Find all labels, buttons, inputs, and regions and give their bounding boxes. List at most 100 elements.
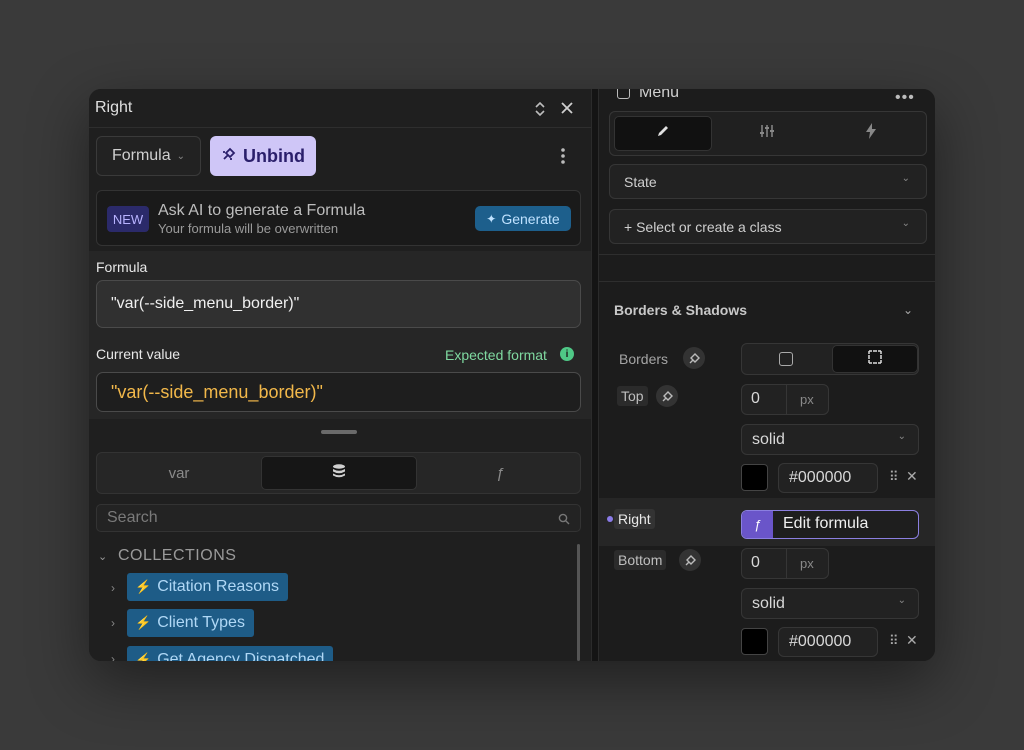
- formula-editor-window: Right Formula ⌄ Unbind NEW Ask AI to gen…: [89, 89, 935, 661]
- border-sides-icon: [867, 349, 883, 370]
- class-label: + Select or create a class: [624, 218, 782, 235]
- supabase-icon: ⚡: [135, 652, 152, 661]
- panel-title: Right: [95, 99, 133, 116]
- section-title: Borders & Shadows: [614, 302, 748, 318]
- top-color-value: #000000: [789, 469, 852, 486]
- info-icon[interactable]: i: [560, 347, 574, 361]
- bottom-color-swatch[interactable]: [741, 628, 768, 655]
- chevron-down-icon: ⌄: [176, 150, 186, 162]
- square-icon: [779, 352, 793, 366]
- formula-mode-dropdown[interactable]: Formula ⌄: [96, 136, 201, 176]
- collection-item[interactable]: ⚡ Citation Reasons: [127, 573, 289, 601]
- right-label: Right: [614, 509, 655, 529]
- new-badge: NEW: [107, 206, 149, 232]
- database-icon: [331, 463, 347, 483]
- close-icon[interactable]: ✕: [906, 632, 918, 649]
- generate-button[interactable]: ✦ Generate: [475, 206, 571, 231]
- function-icon: ƒ: [742, 511, 773, 538]
- drag-handle-icon[interactable]: ⠿: [889, 469, 899, 485]
- brush-icon: [656, 124, 670, 143]
- formula-value: "var(--side_menu_border)": [111, 295, 300, 312]
- unbind-label: Unbind: [243, 145, 305, 166]
- bottom-label: Bottom: [614, 550, 667, 570]
- supabase-icon: ⚡: [135, 579, 152, 594]
- chevron-right-icon[interactable]: ›: [111, 616, 115, 630]
- function-icon: ƒ: [495, 464, 505, 482]
- tab-interactions[interactable]: [822, 116, 920, 151]
- formula-input[interactable]: "var(--side_menu_border)": [96, 280, 581, 328]
- class-selector[interactable]: + Select or create a class ⌄: [609, 209, 927, 244]
- bottom-color-value: #000000: [789, 633, 852, 650]
- bottom-unit: px: [800, 556, 814, 571]
- divider: [786, 385, 787, 414]
- top-width-input[interactable]: 0 px: [741, 384, 829, 415]
- top-color-input[interactable]: #000000: [778, 463, 878, 493]
- top-style-select[interactable]: solid ⌄: [741, 424, 919, 455]
- unbind-icon[interactable]: [679, 549, 701, 571]
- drag-handle-icon[interactable]: ⠿: [889, 633, 899, 649]
- tab-functions[interactable]: ƒ: [421, 456, 579, 490]
- bottom-width-value: 0: [751, 554, 760, 571]
- search-input[interactable]: Search: [96, 504, 581, 532]
- collections-chevron-icon[interactable]: ⌄: [98, 550, 107, 563]
- border-individual-toggle[interactable]: [832, 345, 918, 373]
- more-options-icon[interactable]: •••: [895, 89, 915, 107]
- resize-handle[interactable]: [321, 430, 357, 434]
- current-value-label: Current value: [96, 346, 181, 362]
- menu-title: Menu: [639, 89, 680, 101]
- tab-collections[interactable]: [261, 456, 417, 490]
- chevron-down-icon: ⌄: [901, 218, 910, 229]
- search-icon: [558, 512, 570, 530]
- chevron-down-icon: ⌄: [901, 173, 910, 184]
- ai-subtitle: Your formula will be overwritten: [158, 221, 339, 236]
- state-label: State: [624, 173, 657, 190]
- menu-checkbox[interactable]: [617, 89, 630, 99]
- divider: [599, 281, 935, 282]
- unlink-icon: [221, 146, 237, 167]
- chevron-down-icon: ⌄: [897, 595, 906, 606]
- collections-title: COLLECTIONS: [118, 547, 237, 564]
- collection-item[interactable]: ⚡ Get Agency Dispatched: [127, 646, 334, 661]
- source-tabs: var ƒ: [96, 452, 581, 494]
- bottom-style-select[interactable]: solid ⌄: [741, 588, 919, 619]
- top-width-value: 0: [751, 390, 760, 407]
- current-value: "var(--side_menu_border)": [111, 381, 323, 402]
- border-all-toggle[interactable]: [742, 344, 830, 374]
- collection-item[interactable]: ⚡ Client Types: [127, 609, 254, 637]
- panel-mode-tabs: [609, 111, 927, 156]
- tab-style[interactable]: [614, 116, 712, 151]
- expected-format-link[interactable]: Expected format: [445, 347, 547, 363]
- tab-var[interactable]: var: [100, 456, 258, 490]
- header-divider: [89, 127, 591, 128]
- tab-var-label: var: [168, 464, 190, 482]
- edit-formula-button[interactable]: ƒ Edit formula: [741, 510, 919, 539]
- top-color-swatch[interactable]: [741, 464, 768, 491]
- chevron-down-icon[interactable]: ⌄: [903, 303, 913, 317]
- collection-label: Client Types: [157, 614, 245, 631]
- current-value-display: "var(--side_menu_border)": [96, 372, 581, 412]
- borders-label: Borders: [619, 351, 669, 367]
- chevron-right-icon[interactable]: ›: [111, 581, 115, 595]
- tab-settings[interactable]: [718, 116, 816, 151]
- close-icon[interactable]: ✕: [906, 468, 918, 485]
- top-unit: px: [800, 392, 814, 407]
- state-dropdown[interactable]: State ⌄: [609, 164, 927, 199]
- formula-label: Formula: [96, 259, 148, 275]
- expand-collapse-icon[interactable]: [533, 101, 547, 117]
- unbind-button[interactable]: Unbind: [210, 136, 316, 176]
- sliders-icon: [759, 124, 775, 143]
- search-placeholder: Search: [107, 509, 158, 526]
- bottom-width-input[interactable]: 0 px: [741, 548, 829, 579]
- collection-label: Get Agency Dispatched: [157, 651, 325, 661]
- scrollbar[interactable]: [577, 544, 580, 661]
- bottom-color-input[interactable]: #000000: [778, 627, 878, 657]
- chevron-right-icon[interactable]: ›: [111, 652, 115, 661]
- unbind-icon[interactable]: [656, 385, 678, 407]
- more-options-icon[interactable]: [551, 141, 575, 171]
- generate-label: Generate: [501, 210, 560, 227]
- collection-label: Citation Reasons: [157, 578, 280, 595]
- edit-formula-label: Edit formula: [783, 515, 869, 532]
- lightning-icon: [865, 123, 877, 144]
- close-icon[interactable]: [560, 101, 574, 115]
- unbind-icon[interactable]: [683, 347, 705, 369]
